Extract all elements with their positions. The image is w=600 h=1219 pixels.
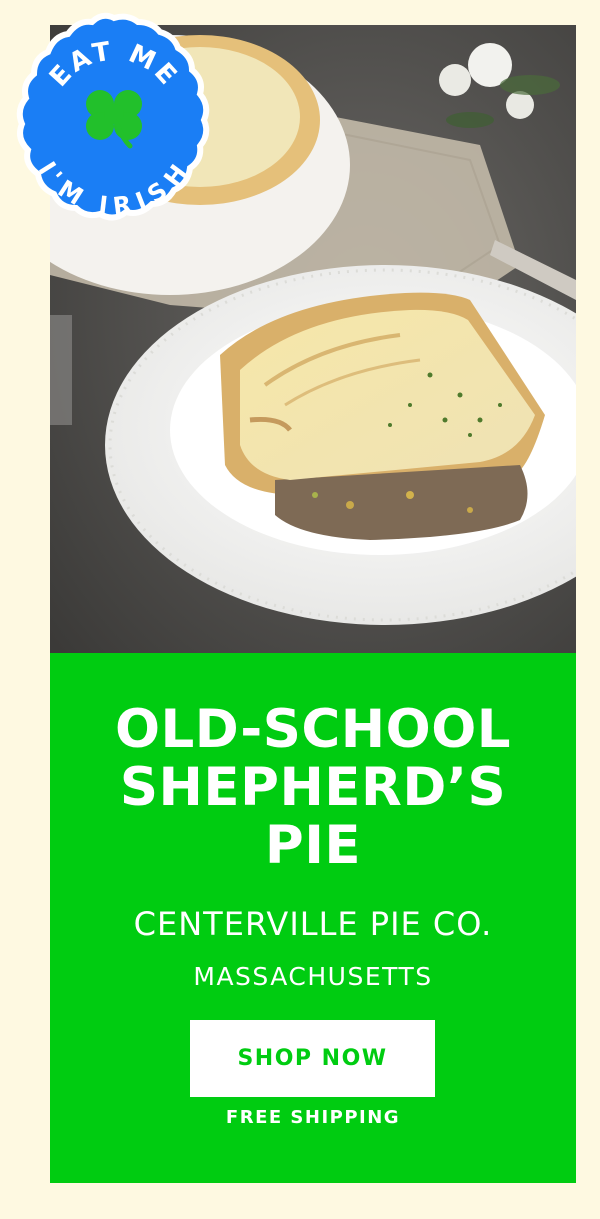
title-line: OLD-SCHOOL: [114, 699, 512, 760]
title-line: PIE: [264, 815, 362, 876]
shop-now-button[interactable]: SHOP NOW: [190, 1020, 435, 1097]
company-location: MASSACHUSETTS: [193, 962, 433, 991]
title-line: SHEPHERD’S: [119, 757, 507, 818]
company-name: CENTERVILLE PIE CO.: [133, 905, 493, 943]
eat-me-irish-badge: EAT ME I'M IRISH: [6, 10, 222, 226]
promo-panel: OLD-SCHOOL SHEPHERD’S PIE CENTERVILLE PI…: [50, 653, 576, 1183]
free-shipping-note: FREE SHIPPING: [225, 1107, 401, 1128]
product-title: OLD-SCHOOL SHEPHERD’S PIE: [50, 701, 576, 875]
